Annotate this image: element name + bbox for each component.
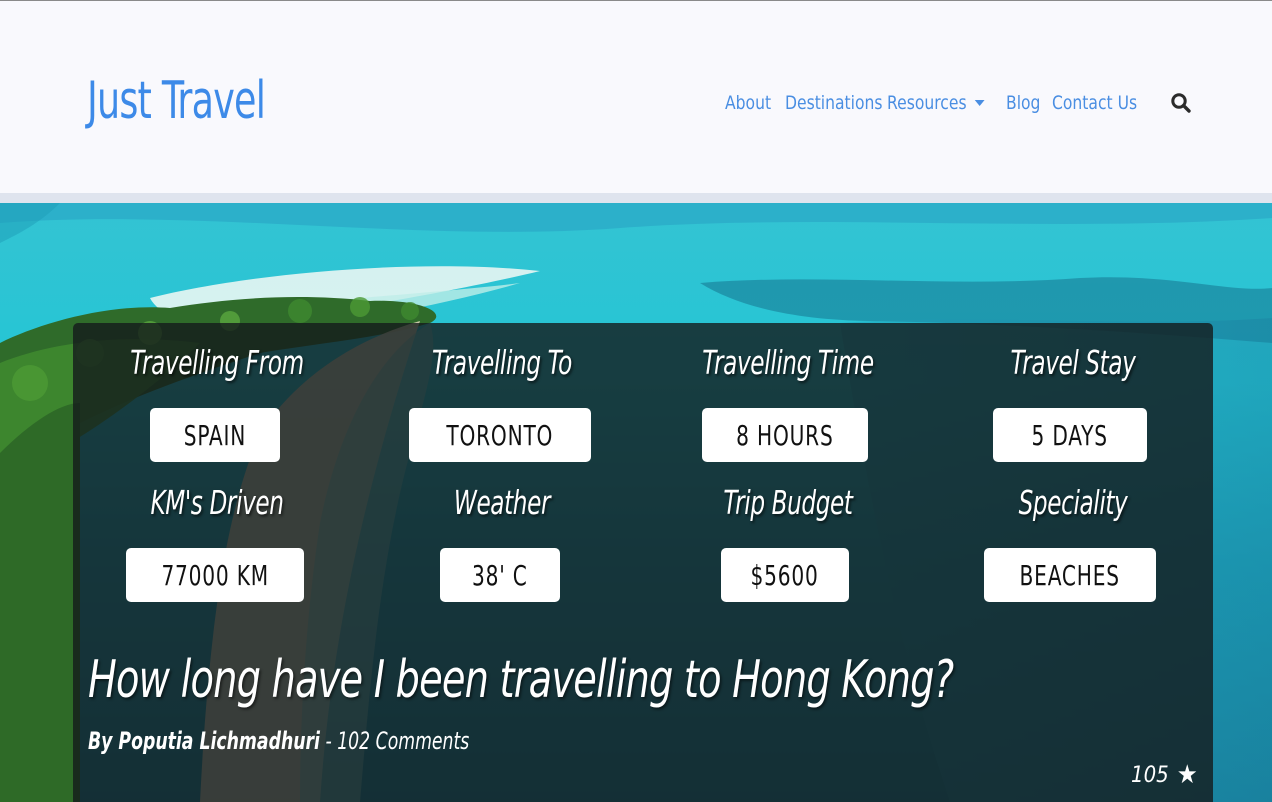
stat-value-kms-driven: 77000 KM [126,548,304,602]
stat-label-weather: Weather [453,483,551,522]
stat-label-travelling-to: Travelling To [432,343,572,382]
rating-count: 105 [1131,762,1169,788]
post-meta-separator: - [319,727,338,755]
nav-link-about[interactable]: About [725,92,771,114]
stat-label-travel-stay: Travel Stay [1010,343,1136,382]
stat-label-speciality: Speciality [1018,483,1128,522]
stat-value-text: BEACHES [1019,558,1121,592]
stat-value-text: 38' C [472,558,528,592]
stat-value-travel-stay: 5 DAYS [993,408,1147,462]
stat-value-text: 5 DAYS [1031,418,1109,452]
site-header: Just Travel About Destinations Resources… [0,1,1272,193]
chevron-down-icon [974,100,985,106]
stat-value-travelling-from: SPAIN [150,408,280,462]
stat-label-travelling-time: Travelling Time [702,343,874,382]
stat-value-text: TORONTO [446,418,554,452]
stat-label-trip-budget: Trip Budget [723,483,853,522]
post-author: By Poputia Lichmadhuri [88,727,320,755]
stat-value-weather: 38' C [440,548,560,602]
nav-dropdown-resources[interactable]: Resources [887,92,985,114]
stat-label-travelling-from: Travelling From [130,343,304,382]
stat-value-text: 8 HOURS [736,418,834,452]
stat-value-text: SPAIN [183,418,247,452]
nav-dropdown-resources-label: Resources [887,92,967,114]
nav-link-destinations[interactable]: Destinations [785,92,883,114]
post-rating[interactable]: 105 ★ [1131,760,1198,790]
stat-value-text: $5600 [750,558,820,592]
nav-link-blog[interactable]: Blog [1006,92,1040,114]
search-button[interactable] [1170,92,1192,114]
post-comments-link[interactable]: 102 Comments [337,727,469,755]
post-title-link[interactable]: How long have I been travelling to Hong … [88,650,954,710]
stat-value-travelling-to: TORONTO [409,408,591,462]
header-divider [0,193,1272,203]
nav-link-contact-us[interactable]: Contact Us [1052,92,1137,114]
stat-label-kms-driven: KM's Driven [150,483,284,522]
stat-value-travelling-time: 8 HOURS [702,408,868,462]
brand-logo[interactable]: Just Travel [87,71,266,131]
search-icon [1171,93,1191,113]
post-meta: By Poputia Lichmadhuri - 102 Comments [88,727,469,755]
star-icon: ★ [1176,760,1198,790]
stat-value-text: 77000 KM [161,558,269,592]
stat-value-trip-budget: $5600 [721,548,849,602]
stat-value-speciality: BEACHES [984,548,1156,602]
